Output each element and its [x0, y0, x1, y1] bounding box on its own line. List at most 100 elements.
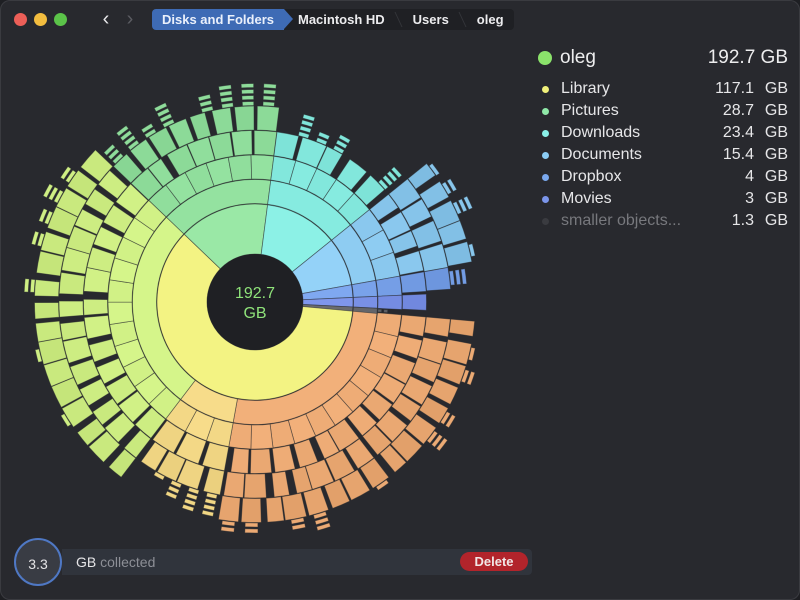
sunburst-pictures-file-sliver[interactable] — [263, 83, 277, 89]
breadcrumb-users[interactable]: Users — [399, 9, 463, 30]
sunburst-pictures-file-sliver[interactable] — [263, 89, 277, 95]
sunburst-pictures-ring-2[interactable] — [227, 154, 253, 182]
forward-button[interactable]: › — [119, 8, 141, 30]
sunburst-pictures-ring-4[interactable] — [233, 105, 255, 132]
sunburst-downloads-file-sliver[interactable] — [300, 119, 314, 128]
sunburst-library-file-sliver[interactable] — [201, 509, 215, 517]
collected-value: 3.3 — [28, 556, 48, 572]
sunburst-library-file-sliver[interactable] — [244, 522, 259, 528]
sunburst-library-ring-4[interactable] — [223, 471, 246, 499]
sunburst-library-ring-5[interactable] — [448, 318, 476, 337]
delete-button[interactable]: Delete — [460, 552, 528, 571]
sunburst-downloads-file-sliver[interactable] — [297, 131, 310, 139]
sunburst-pictures-file-sliver[interactable] — [218, 84, 232, 91]
collected-unit: GB — [76, 554, 97, 570]
sunburst-pictures-ring-4[interactable] — [256, 105, 280, 132]
titlebar: ‹ › Disks and Folders Macintosh HD Users… — [0, 0, 800, 38]
sunburst-library-file-sliver[interactable] — [220, 526, 235, 533]
sunburst-library-ring-4[interactable] — [423, 316, 451, 338]
sunburst-downloads-file-sliver[interactable] — [302, 113, 316, 122]
legend-item[interactable]: Downloads 23.4 GB — [538, 122, 788, 144]
sunburst-pictures-ring-4[interactable] — [211, 107, 234, 135]
sunburst-library-file-sliver[interactable] — [204, 497, 217, 506]
legend-item[interactable]: Pictures 28.7 GB — [538, 100, 788, 122]
close-window-button[interactable] — [14, 13, 27, 26]
center-total[interactable]: 192.7 GB — [215, 284, 295, 324]
chevron-left-icon: ‹ — [102, 8, 110, 30]
collector-drop-zone[interactable]: 3.3 — [14, 538, 62, 586]
sunburst-dropbox-file-sliver[interactable] — [460, 268, 468, 285]
sunburst-library-file-sliver[interactable] — [29, 278, 36, 293]
sunburst-library-ring-2[interactable] — [107, 301, 134, 325]
sunburst-pictures-ring-4[interactable] — [189, 112, 212, 141]
sunburst-pictures-file-sliver[interactable] — [199, 99, 213, 108]
sunburst-documents-ring-3[interactable] — [395, 250, 425, 276]
sunburst-pictures-file-sliver[interactable] — [262, 95, 276, 101]
breadcrumb-disks-and-folders[interactable]: Disks and Folders — [152, 9, 293, 30]
sunburst-library-ring-3[interactable] — [230, 447, 250, 474]
legend-dot-icon — [542, 107, 549, 115]
sunburst-library-ring-3[interactable] — [399, 314, 427, 337]
sunburst-pictures-file-sliver[interactable] — [241, 101, 255, 107]
sunburst-library-ring-3[interactable] — [393, 334, 423, 360]
sunburst-pictures-file-sliver[interactable] — [197, 93, 212, 102]
sunburst-downloads-file-sliver[interactable] — [299, 125, 312, 134]
sunburst-smaller-objects-file-sliver[interactable] — [377, 308, 383, 313]
sunburst-downloads-ring-3[interactable] — [273, 131, 300, 160]
legend-item[interactable]: Library 117.1 GB — [538, 78, 788, 100]
sunburst-library-ring-5[interactable] — [34, 279, 60, 297]
sunburst-library-file-sliver[interactable] — [202, 503, 216, 512]
sunburst-dropbox-ring-4[interactable] — [423, 267, 452, 292]
sunburst-documents-ring-4[interactable] — [418, 243, 449, 273]
legend-item[interactable]: Movies 3 GB — [538, 188, 788, 210]
sunburst-documents-ring-5[interactable] — [443, 241, 473, 267]
back-button[interactable]: ‹ — [95, 8, 117, 30]
sunburst-library-ring-5[interactable] — [34, 302, 60, 320]
minimize-window-button[interactable] — [34, 13, 47, 26]
sunburst-library-ring-3[interactable] — [88, 338, 118, 363]
zoom-window-button[interactable] — [54, 13, 67, 26]
sunburst-movies-ring-1[interactable] — [352, 295, 378, 309]
sunburst-pictures-file-sliver[interactable] — [219, 90, 233, 97]
sunburst-library-ring-4[interactable] — [202, 467, 225, 496]
sunburst-pictures-file-sliver[interactable] — [241, 95, 255, 101]
sunburst-pictures-ring-2[interactable] — [250, 154, 275, 181]
sunburst-library-ring-4[interactable] — [58, 271, 86, 296]
sunburst-library-ring-4[interactable] — [58, 300, 84, 318]
sunburst-library-ring-4[interactable] — [271, 470, 290, 498]
sunburst-pictures-file-sliver[interactable] — [262, 101, 275, 107]
sunburst-library-ring-3[interactable] — [201, 441, 230, 472]
sunburst-pictures-file-sliver[interactable] — [220, 96, 234, 103]
sunburst-pictures-file-sliver[interactable] — [221, 102, 234, 109]
legend-item[interactable]: Dropbox 4 GB — [538, 166, 788, 188]
sunburst-library-ring-3[interactable] — [249, 448, 273, 474]
sunburst-library-ring-5[interactable] — [240, 497, 262, 523]
sunburst-library-file-sliver[interactable] — [23, 278, 30, 293]
legend-item[interactable]: Documents 15.4 GB — [538, 144, 788, 166]
legend-item[interactable]: smaller objects... 1.3 GB — [538, 210, 788, 232]
sunburst-library-ring-5[interactable] — [281, 492, 308, 521]
sunburst-smaller-objects-file-sliver[interactable] — [383, 309, 389, 314]
sunburst-library-ring-4[interactable] — [243, 473, 267, 499]
sunburst-pictures-file-sliver[interactable] — [240, 83, 255, 89]
sunburst-library-ring-3[interactable] — [83, 298, 109, 316]
sunburst-pictures-ring-3[interactable] — [253, 130, 278, 157]
sunburst-library-ring-2[interactable] — [250, 423, 274, 450]
sunburst-dropbox-file-sliver[interactable] — [454, 269, 462, 286]
sunburst-pictures-file-sliver[interactable] — [241, 89, 255, 95]
sunburst-movies-ring-2[interactable] — [377, 294, 403, 310]
sunburst-library-file-sliver[interactable] — [244, 528, 259, 534]
app-window: ‹ › Disks and Folders Macintosh HD Users… — [0, 0, 800, 600]
sunburst-library-ring-5[interactable] — [265, 496, 285, 523]
breadcrumb-macintosh-hd[interactable]: Macintosh HD — [284, 9, 399, 30]
breadcrumb-oleg[interactable]: oleg — [463, 9, 514, 30]
folder-name: oleg — [560, 47, 596, 68]
sunburst-library-ring-5[interactable] — [217, 495, 241, 523]
sunburst-pictures-file-sliver[interactable] — [200, 105, 214, 114]
sunburst-pictures-ring-3[interactable] — [230, 130, 253, 157]
sunburst-dropbox-ring-3[interactable] — [399, 271, 427, 294]
sunburst-library-file-sliver[interactable] — [291, 523, 307, 531]
sunburst-library-ring-3[interactable] — [83, 314, 112, 340]
sunburst-library-ring-3[interactable] — [271, 444, 296, 473]
sunburst-movies-ring-3[interactable] — [401, 293, 427, 311]
